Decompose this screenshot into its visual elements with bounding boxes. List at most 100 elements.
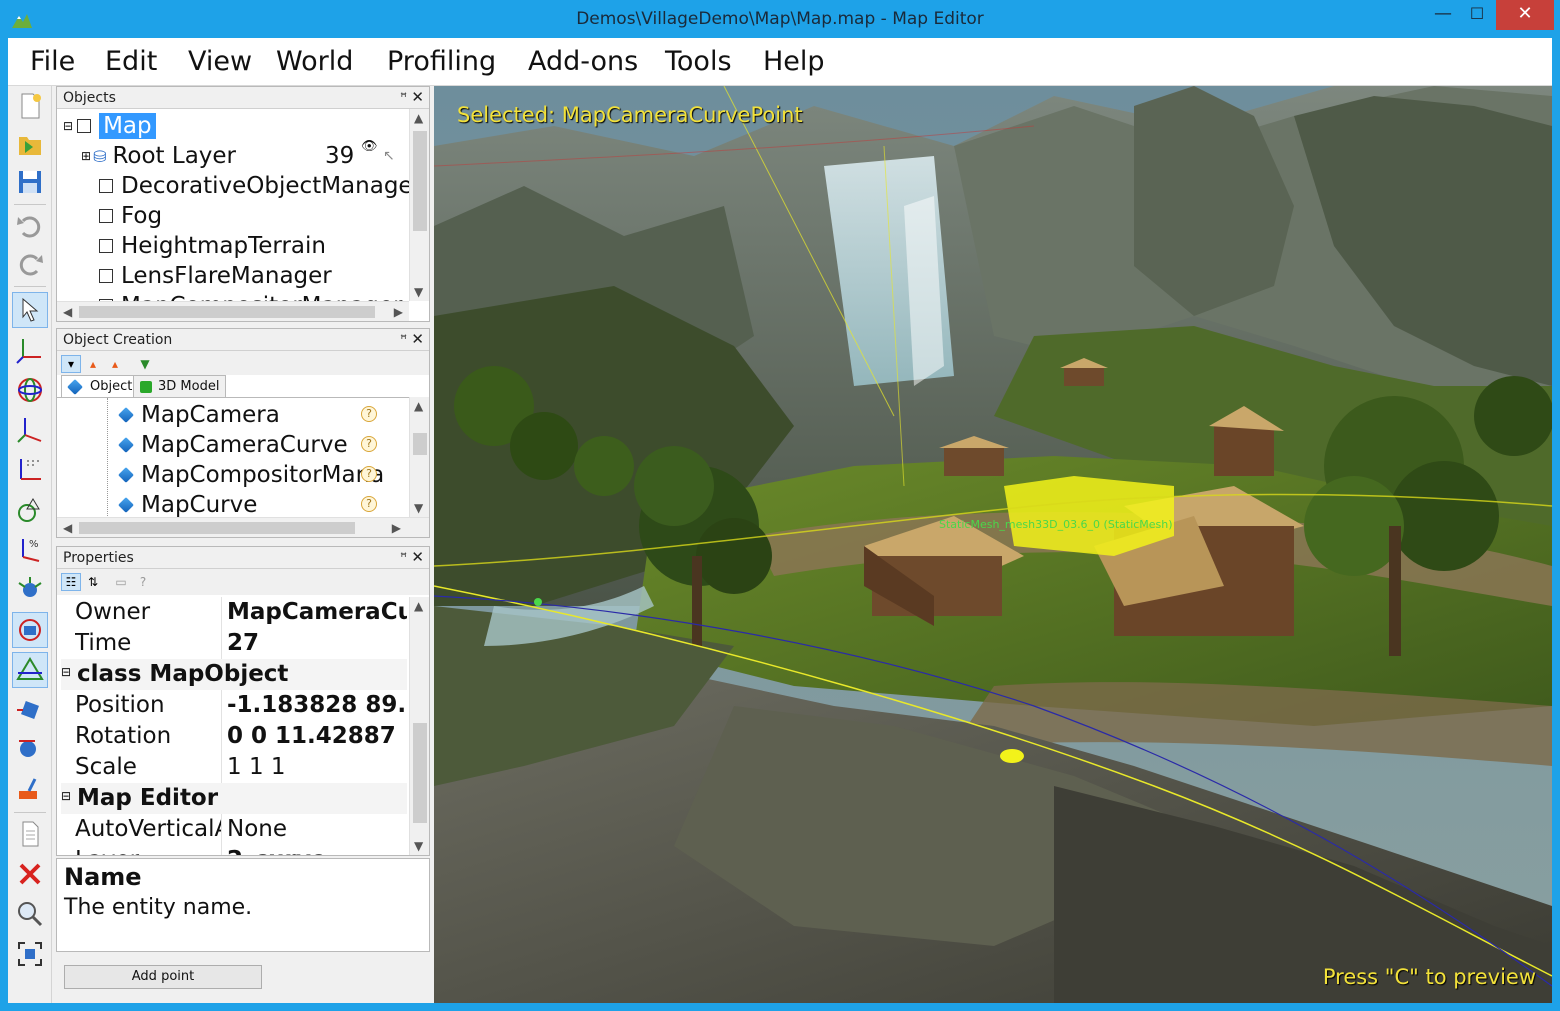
- scroll-left-icon[interactable]: ◀: [63, 305, 72, 319]
- scroll-down-icon[interactable]: ▼: [414, 501, 423, 515]
- scroll-up-icon[interactable]: ▲: [414, 399, 423, 413]
- pin-icon[interactable]: ꟸ: [400, 550, 407, 564]
- create-mode-icon[interactable]: ▾: [61, 355, 81, 373]
- property-row-time[interactable]: Time 27: [61, 628, 407, 659]
- pin-icon[interactable]: ꟸ: [400, 90, 407, 104]
- collapse-toggle-icon[interactable]: ⊟: [61, 665, 71, 679]
- property-value[interactable]: 27: [227, 630, 407, 656]
- property-pages-icon[interactable]: ▭: [111, 573, 131, 591]
- property-row-autovertical[interactable]: AutoVerticalA None: [61, 814, 407, 845]
- property-row-layer[interactable]: Layer 2_curve: [61, 845, 407, 855]
- property-value[interactable]: -1.183828 89.4: [227, 692, 407, 718]
- scale-axis-icon[interactable]: [12, 412, 48, 448]
- close-icon[interactable]: ✕: [411, 88, 424, 106]
- property-value[interactable]: None: [227, 816, 407, 842]
- list-item[interactable]: MapCurve: [118, 490, 257, 517]
- document-icon[interactable]: [12, 816, 48, 852]
- tree-item[interactable]: Fog: [99, 201, 162, 231]
- redo-icon[interactable]: [12, 246, 48, 282]
- cursor-icon[interactable]: ↖: [383, 148, 395, 164]
- vertical-scrollbar[interactable]: ▲ ▼: [409, 597, 429, 855]
- property-row-scale[interactable]: Scale 1 1 1: [61, 752, 407, 783]
- expand-toggle-icon[interactable]: ⊞: [81, 149, 91, 163]
- pin-icon[interactable]: ꟸ: [400, 332, 407, 346]
- tree-item[interactable]: LensFlareManager: [99, 261, 332, 291]
- checkbox[interactable]: [99, 179, 113, 193]
- scroll-thumb[interactable]: [413, 131, 427, 231]
- list-item[interactable]: MapCameraCurve: [118, 430, 348, 460]
- camera-rotate-icon[interactable]: [12, 612, 48, 648]
- scroll-up-icon[interactable]: ▲: [414, 599, 423, 613]
- help-icon[interactable]: ?: [361, 436, 377, 452]
- open-icon[interactable]: [12, 126, 48, 162]
- property-row-owner[interactable]: Owner MapCameraCu: [61, 597, 407, 628]
- menu-addons[interactable]: Add-ons: [528, 46, 638, 77]
- collapse-toggle-icon[interactable]: ⊟: [63, 119, 73, 133]
- tree-item[interactable]: MapCompositorManager: [99, 291, 402, 301]
- horizontal-scrollbar[interactable]: ◀ ▶: [57, 301, 409, 321]
- scroll-up-icon[interactable]: ▲: [414, 111, 423, 125]
- collapse-toggle-icon[interactable]: ⊟: [61, 789, 71, 803]
- transform-local-icon[interactable]: [12, 492, 48, 528]
- scroll-thumb[interactable]: [79, 306, 375, 318]
- property-value[interactable]: MapCameraCu: [227, 599, 407, 625]
- close-icon[interactable]: ✕: [411, 548, 424, 566]
- scroll-left-icon[interactable]: ◀: [63, 521, 72, 535]
- scroll-thumb[interactable]: [79, 522, 355, 534]
- menu-edit[interactable]: Edit: [105, 46, 157, 77]
- category-map-editor[interactable]: ⊟ Map Editor: [61, 783, 407, 814]
- close-icon[interactable]: ✕: [411, 330, 424, 348]
- physics-icon[interactable]: [12, 572, 48, 608]
- tree-item[interactable]: HeightmapTerrain: [99, 231, 326, 261]
- property-row-position[interactable]: Position -1.183828 89.4: [61, 690, 407, 721]
- checkbox[interactable]: [99, 269, 113, 283]
- list-item[interactable]: MapCamera: [118, 400, 280, 430]
- create-mode-icon[interactable]: ▴: [105, 355, 125, 373]
- create-mode-icon[interactable]: ▼: [135, 355, 155, 373]
- menu-tools[interactable]: Tools: [665, 46, 732, 77]
- tree-item[interactable]: DecorativeObjectManage: [99, 171, 409, 201]
- save-icon[interactable]: [12, 164, 48, 200]
- help-icon[interactable]: ?: [361, 496, 377, 512]
- property-row-rotation[interactable]: Rotation 0 0 11.42887: [61, 721, 407, 752]
- scroll-down-icon[interactable]: ▼: [414, 285, 423, 299]
- categorized-icon[interactable]: ☷: [61, 573, 81, 591]
- rotate-gizmo-icon[interactable]: [12, 372, 48, 408]
- list-item[interactable]: MapCompositorMana: [118, 460, 384, 490]
- scroll-right-icon[interactable]: ▶: [394, 305, 403, 319]
- maximize-button[interactable]: ☐: [1454, 0, 1500, 30]
- property-value[interactable]: 2_curve: [227, 847, 407, 855]
- tree-item-root-layer[interactable]: ⊞ ⛁ Root Layer 39 👁 ↖: [81, 139, 395, 171]
- title-bar[interactable]: Demos\VillageDemo\Map\Map.map - Map Edit…: [0, 0, 1560, 38]
- new-file-icon[interactable]: [12, 88, 48, 124]
- menu-help[interactable]: Help: [763, 46, 825, 77]
- menu-profiling[interactable]: Profiling: [387, 46, 496, 77]
- delete-icon[interactable]: [12, 856, 48, 892]
- snap-grid-icon[interactable]: [12, 452, 48, 488]
- search-icon[interactable]: [12, 896, 48, 932]
- category-class-mapobject[interactable]: ⊟ class MapObject: [61, 659, 407, 690]
- brush-icon[interactable]: [12, 772, 48, 808]
- sort-alpha-icon[interactable]: ⇅: [83, 573, 103, 591]
- scroll-down-icon[interactable]: ▼: [414, 839, 423, 853]
- percent-axis-icon[interactable]: %: [12, 532, 48, 568]
- checkbox[interactable]: [99, 209, 113, 223]
- checkbox[interactable]: [99, 239, 113, 253]
- tree-item-map[interactable]: ⊟ Map: [63, 111, 156, 141]
- help-icon[interactable]: ?: [361, 406, 377, 422]
- help-icon[interactable]: ?: [133, 573, 153, 591]
- property-value[interactable]: 0 0 11.42887: [227, 723, 407, 749]
- menu-file[interactable]: File: [30, 46, 75, 77]
- vertical-scrollbar[interactable]: ▲ ▼: [409, 397, 429, 517]
- close-button[interactable]: ✕: [1496, 0, 1554, 30]
- help-icon[interactable]: ?: [361, 466, 377, 482]
- scroll-thumb[interactable]: [413, 723, 427, 823]
- tab-3d-model[interactable]: 3D Model: [133, 375, 227, 397]
- move-axis-icon[interactable]: [12, 332, 48, 368]
- tab-object[interactable]: Object: [61, 375, 140, 397]
- terrain-edit-icon[interactable]: [12, 652, 48, 688]
- property-value[interactable]: 1 1 1: [227, 754, 407, 780]
- focus-icon[interactable]: [12, 936, 48, 972]
- 3d-viewport[interactable]: StaticMesh_mesh33D_03.6_0 (StaticMesh) S…: [434, 86, 1552, 1003]
- undo-icon[interactable]: [12, 208, 48, 244]
